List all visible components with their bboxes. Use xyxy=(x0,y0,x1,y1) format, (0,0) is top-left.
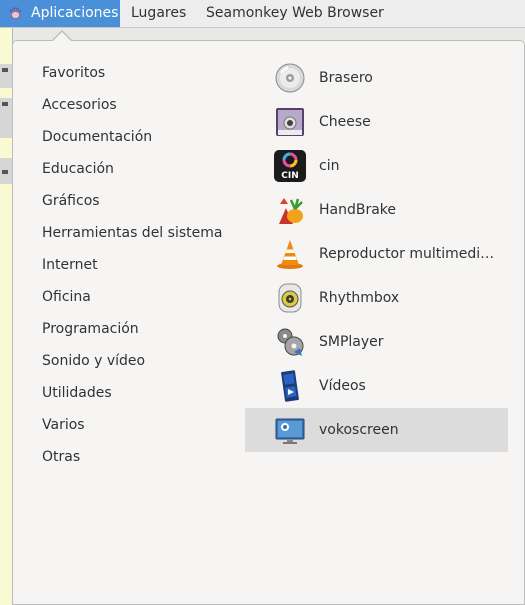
vlc-icon xyxy=(277,240,303,269)
category-internet[interactable]: Internet xyxy=(42,255,98,275)
category-otras[interactable]: Otras xyxy=(42,447,80,467)
app-item-cin[interactable]: CIN cin xyxy=(245,144,508,188)
app-item-vokoscreen[interactable]: vokoscreen xyxy=(245,408,508,452)
active-window-menu-button[interactable]: Seamonkey Web Browser xyxy=(206,0,384,27)
app-label: cin xyxy=(319,158,340,174)
category-utilidades[interactable]: Utilidades xyxy=(42,383,112,403)
cheese-icon xyxy=(276,108,304,136)
app-label: Vídeos xyxy=(319,378,366,394)
svg-text:CIN: CIN xyxy=(281,171,299,181)
rhythmbox-icon xyxy=(278,283,302,313)
background-tick xyxy=(2,102,8,106)
brasero-icon xyxy=(275,63,305,93)
app-item-cheese[interactable]: Cheese xyxy=(245,100,508,144)
category-educacion[interactable]: Educación xyxy=(42,159,114,179)
background-tick xyxy=(2,170,8,174)
category-programacion[interactable]: Programación xyxy=(42,319,139,339)
category-documentacion[interactable]: Documentación xyxy=(42,127,152,147)
videos-icon xyxy=(281,370,299,402)
app-label: vokoscreen xyxy=(319,422,399,438)
app-item-smplayer[interactable]: SMPlayer xyxy=(245,320,508,364)
gnome-foot-icon xyxy=(9,7,22,19)
app-item-vlc[interactable]: Reproductor multimedi… xyxy=(245,232,508,276)
app-label: Rhythmbox xyxy=(319,290,400,306)
smplayer-icon xyxy=(277,328,304,356)
app-label: SMPlayer xyxy=(319,334,384,350)
top-panel: Aplicaciones Lugares Seamonkey Web Brows… xyxy=(0,0,525,28)
app-item-videos[interactable]: Vídeos xyxy=(245,364,508,408)
app-label: Brasero xyxy=(319,70,373,86)
app-item-rhythmbox[interactable]: Rhythmbox xyxy=(245,276,508,320)
app-label: Reproductor multimedi… xyxy=(319,246,495,262)
app-label: HandBrake xyxy=(319,202,397,218)
app-item-brasero[interactable]: Brasero xyxy=(245,56,508,100)
category-oficina[interactable]: Oficina xyxy=(42,287,91,307)
cin-icon: CIN xyxy=(274,150,306,182)
category-favoritos[interactable]: Favoritos xyxy=(42,63,105,83)
category-accesorios[interactable]: Accesorios xyxy=(42,95,117,115)
popup-pointer-fill xyxy=(52,32,72,42)
category-sonido-y-video[interactable]: Sonido y vídeo xyxy=(42,351,145,371)
app-label: Cheese xyxy=(319,114,371,130)
app-item-handbrake[interactable]: HandBrake xyxy=(245,188,508,232)
category-graficos[interactable]: Gráficos xyxy=(42,191,100,211)
applications-menu-label: Aplicaciones xyxy=(31,5,119,21)
applications-menu-button[interactable]: Aplicaciones xyxy=(0,0,120,27)
background-tick xyxy=(2,68,8,72)
handbrake-icon xyxy=(279,198,303,224)
vokoscreen-icon xyxy=(275,418,305,444)
category-herramientas-del-sistema[interactable]: Herramientas del sistema xyxy=(42,223,222,243)
places-menu-button[interactable]: Lugares xyxy=(131,0,186,27)
category-varios[interactable]: Varios xyxy=(42,415,85,435)
